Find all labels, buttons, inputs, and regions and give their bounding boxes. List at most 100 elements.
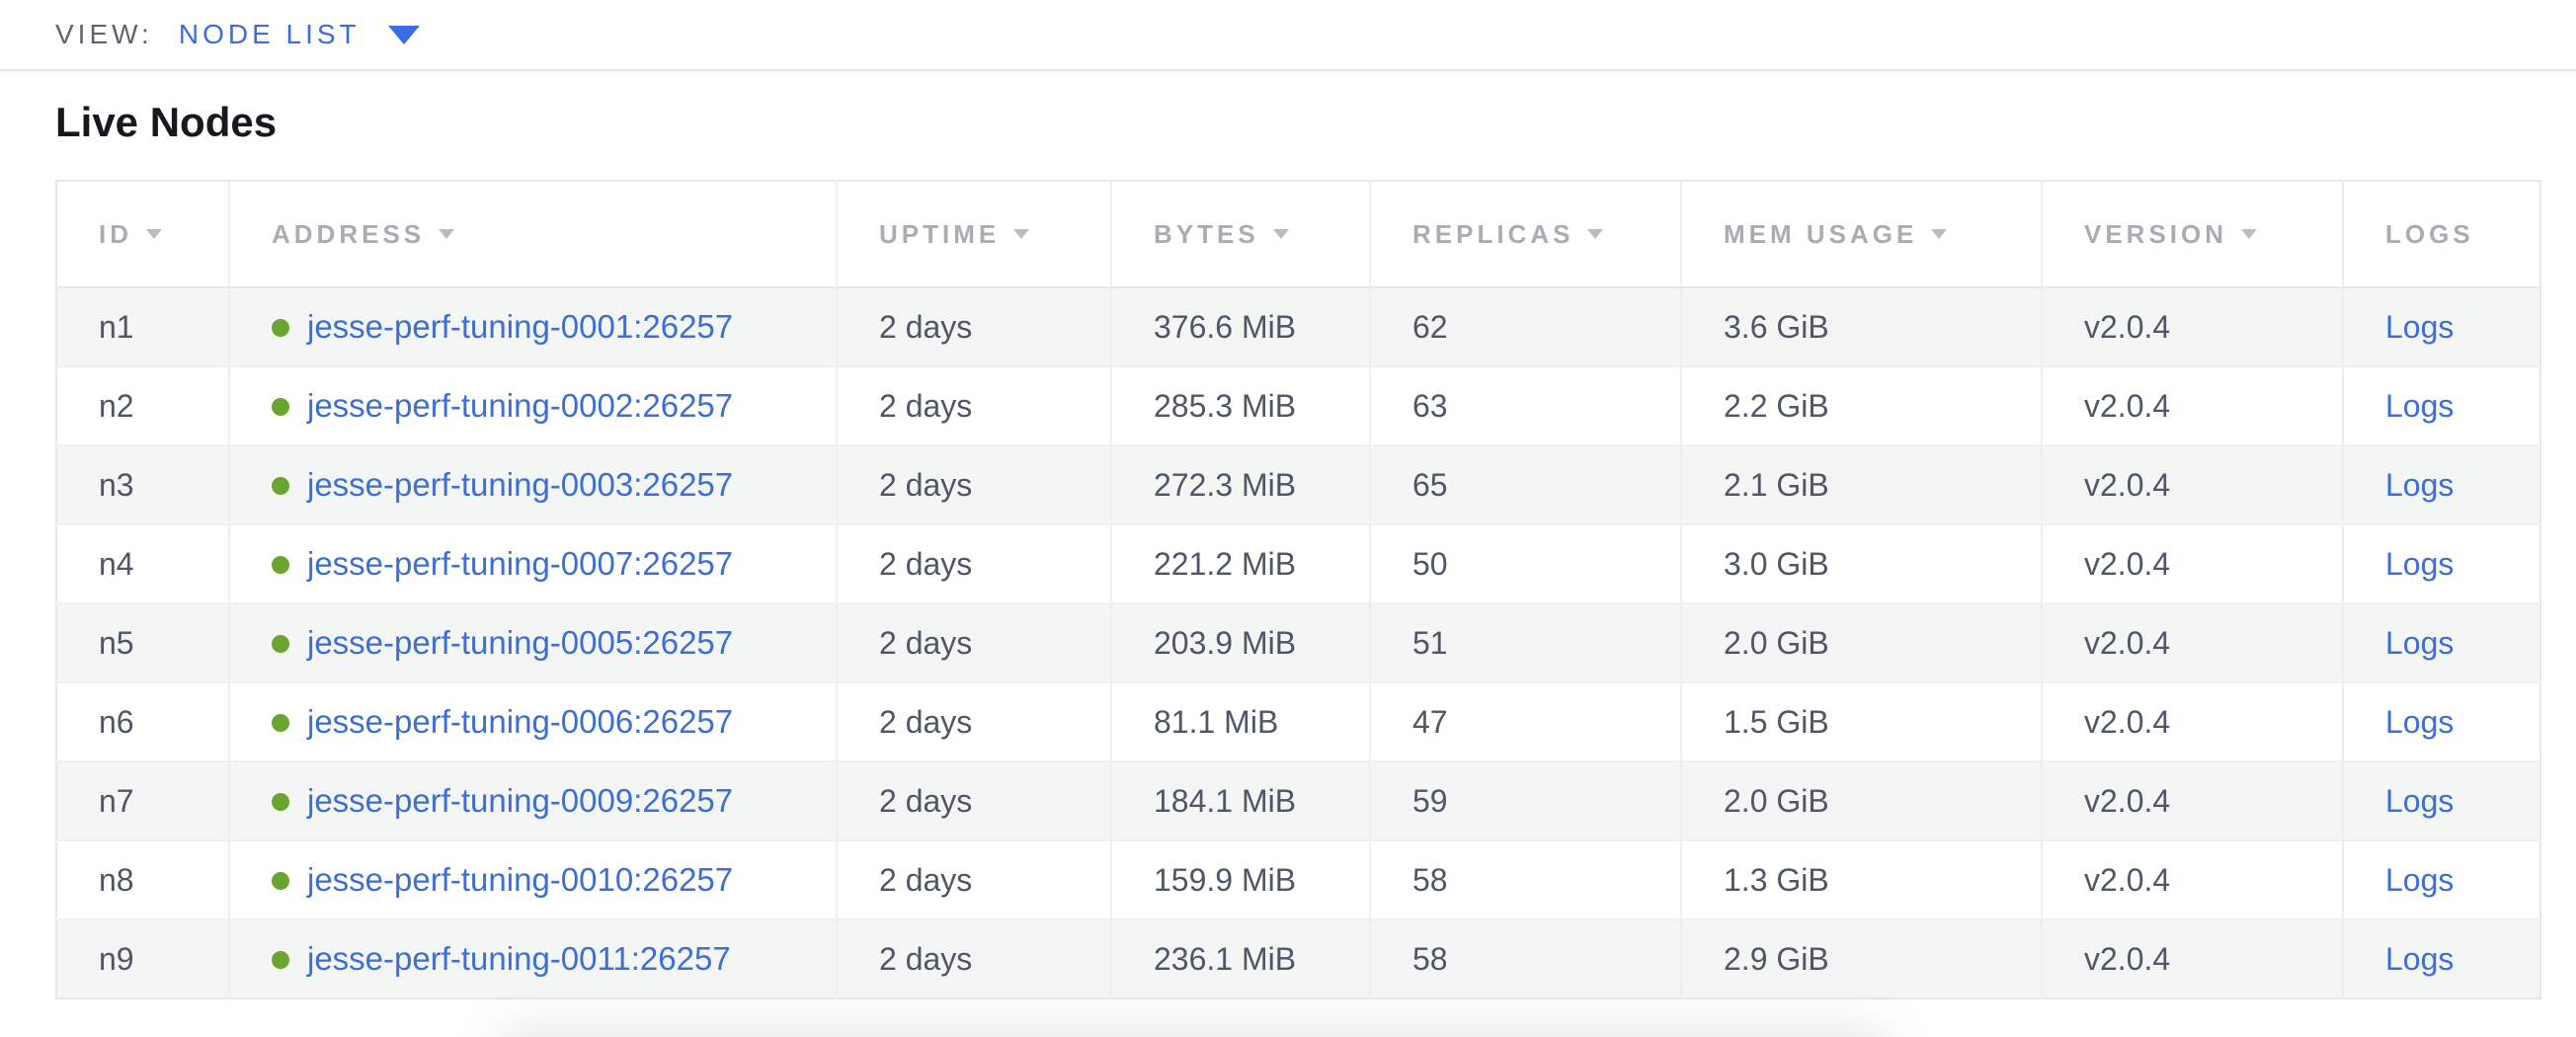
node-version: v2.0.4 xyxy=(2084,309,2170,345)
node-live-status-icon xyxy=(272,319,289,337)
node-bytes: 159.9 MiB xyxy=(1154,862,1296,898)
column-header-version[interactable]: VERSION xyxy=(2042,181,2343,287)
node-logs-cell: Logs xyxy=(2343,682,2540,761)
column-header-address[interactable]: ADDRESS xyxy=(229,181,837,287)
node-bytes: 203.9 MiB xyxy=(1154,625,1296,661)
node-bytes: 376.6 MiB xyxy=(1154,309,1296,345)
node-replicas: 63 xyxy=(1412,388,1448,424)
node-address-cell: jesse-perf-tuning-0007:26257 xyxy=(229,524,837,603)
node-replicas-cell: 50 xyxy=(1370,524,1681,603)
column-header-logs: LOGS xyxy=(2343,181,2540,287)
node-version-cell: v2.0.4 xyxy=(2042,603,2343,682)
node-table-row: n7 jesse-perf-tuning-0009:26257 2 days 1… xyxy=(56,761,2540,840)
node-logs-link[interactable]: Logs xyxy=(2385,388,2454,424)
node-logs-link[interactable]: Logs xyxy=(2385,309,2454,345)
node-mem-usage: 2.2 GiB xyxy=(1724,388,1829,424)
node-mem-usage-cell: 1.5 GiB xyxy=(1681,682,2042,761)
node-version: v2.0.4 xyxy=(2084,783,2170,819)
node-address-cell: jesse-perf-tuning-0002:26257 xyxy=(229,366,837,445)
column-header-label: ADDRESS xyxy=(272,219,425,249)
node-id-cell: n8 xyxy=(56,840,229,919)
node-id-cell: n5 xyxy=(56,603,229,682)
node-logs-link[interactable]: Logs xyxy=(2385,783,2454,819)
column-header-mem[interactable]: MEM USAGE xyxy=(1681,181,2042,287)
node-bytes: 221.2 MiB xyxy=(1154,546,1296,582)
node-logs-link[interactable]: Logs xyxy=(2385,625,2454,661)
node-address-link[interactable]: jesse-perf-tuning-0009:26257 xyxy=(307,782,733,819)
node-table-row: n9 jesse-perf-tuning-0011:26257 2 days 2… xyxy=(56,919,2540,998)
node-id: n3 xyxy=(99,467,134,503)
node-mem-usage-cell: 2.9 GiB xyxy=(1681,919,2042,998)
node-bytes: 81.1 MiB xyxy=(1154,704,1278,740)
table-header-row: ID ADDRESS UPTIME BYTES REPLICAS MEM USA… xyxy=(56,181,2540,287)
node-uptime-cell: 2 days xyxy=(837,366,1111,445)
node-address-link[interactable]: jesse-perf-tuning-0011:26257 xyxy=(307,940,731,977)
column-header-label: MEM USAGE xyxy=(1724,219,1917,249)
node-bytes: 272.3 MiB xyxy=(1154,467,1296,503)
node-uptime: 2 days xyxy=(879,467,972,503)
node-uptime: 2 days xyxy=(879,704,972,740)
node-address-cell: jesse-perf-tuning-0009:26257 xyxy=(229,761,837,840)
node-version-cell: v2.0.4 xyxy=(2042,840,2343,919)
node-version-cell: v2.0.4 xyxy=(2042,524,2343,603)
node-logs-link[interactable]: Logs xyxy=(2385,941,2454,977)
node-id: n2 xyxy=(99,388,134,424)
node-id: n9 xyxy=(99,941,134,977)
node-address-link[interactable]: jesse-perf-tuning-0007:26257 xyxy=(307,545,733,582)
sort-caret-icon xyxy=(1587,229,1603,239)
node-logs-cell: Logs xyxy=(2343,761,2540,840)
node-id: n5 xyxy=(99,625,134,661)
node-replicas-cell: 58 xyxy=(1370,840,1681,919)
node-logs-cell: Logs xyxy=(2343,366,2540,445)
node-version: v2.0.4 xyxy=(2084,704,2170,740)
node-address-cell: jesse-perf-tuning-0003:26257 xyxy=(229,445,837,524)
node-address-link[interactable]: jesse-perf-tuning-0010:26257 xyxy=(307,861,733,898)
node-version-cell: v2.0.4 xyxy=(2042,761,2343,840)
node-replicas: 62 xyxy=(1412,309,1448,345)
node-version: v2.0.4 xyxy=(2084,941,2170,977)
node-mem-usage-cell: 1.3 GiB xyxy=(1681,840,2042,919)
node-bytes: 285.3 MiB xyxy=(1154,388,1296,424)
node-table-row: n5 jesse-perf-tuning-0005:26257 2 days 2… xyxy=(56,603,2540,682)
node-mem-usage-cell: 2.0 GiB xyxy=(1681,761,2042,840)
node-mem-usage-cell: 2.1 GiB xyxy=(1681,445,2042,524)
node-address-link[interactable]: jesse-perf-tuning-0003:26257 xyxy=(307,466,733,503)
sort-caret-icon xyxy=(146,229,162,239)
node-uptime-cell: 2 days xyxy=(837,445,1111,524)
node-address-link[interactable]: jesse-perf-tuning-0001:26257 xyxy=(307,308,733,345)
sort-caret-icon xyxy=(1013,229,1029,239)
node-address-link[interactable]: jesse-perf-tuning-0002:26257 xyxy=(307,387,733,424)
node-logs-cell: Logs xyxy=(2343,603,2540,682)
view-selector-dropdown[interactable]: NODE LIST xyxy=(179,19,420,50)
node-table-row: n3 jesse-perf-tuning-0003:26257 2 days 2… xyxy=(56,445,2540,524)
live-nodes-page: VIEW: NODE LIST Live Nodes ID ADDRESS UP… xyxy=(0,0,2576,1037)
node-logs-link[interactable]: Logs xyxy=(2385,862,2454,898)
node-mem-usage: 3.0 GiB xyxy=(1724,546,1829,582)
node-replicas: 65 xyxy=(1412,467,1448,503)
node-version: v2.0.4 xyxy=(2084,467,2170,503)
node-replicas-cell: 59 xyxy=(1370,761,1681,840)
node-logs-link[interactable]: Logs xyxy=(2385,704,2454,740)
column-header-bytes[interactable]: BYTES xyxy=(1111,181,1370,287)
column-header-label: UPTIME xyxy=(879,219,1000,249)
node-id: n8 xyxy=(99,862,134,898)
column-header-id[interactable]: ID xyxy=(56,181,229,287)
node-address-link[interactable]: jesse-perf-tuning-0006:26257 xyxy=(307,703,733,740)
node-replicas-cell: 58 xyxy=(1370,919,1681,998)
node-uptime-cell: 2 days xyxy=(837,840,1111,919)
node-logs-link[interactable]: Logs xyxy=(2385,546,2454,582)
column-header-uptime[interactable]: UPTIME xyxy=(837,181,1111,287)
node-logs-link[interactable]: Logs xyxy=(2385,467,2454,503)
node-uptime-cell: 2 days xyxy=(837,919,1111,998)
node-replicas: 59 xyxy=(1412,783,1448,819)
table-header: ID ADDRESS UPTIME BYTES REPLICAS MEM USA… xyxy=(56,181,2540,287)
node-uptime: 2 days xyxy=(879,388,972,424)
column-header-replicas[interactable]: REPLICAS xyxy=(1370,181,1681,287)
chevron-down-icon xyxy=(388,26,420,44)
node-id-cell: n7 xyxy=(56,761,229,840)
node-address-link[interactable]: jesse-perf-tuning-0005:26257 xyxy=(307,624,733,661)
node-table-row: n2 jesse-perf-tuning-0002:26257 2 days 2… xyxy=(56,366,2540,445)
node-table-row: n8 jesse-perf-tuning-0010:26257 2 days 1… xyxy=(56,840,2540,919)
node-version-cell: v2.0.4 xyxy=(2042,919,2343,998)
node-mem-usage-cell: 2.2 GiB xyxy=(1681,366,2042,445)
